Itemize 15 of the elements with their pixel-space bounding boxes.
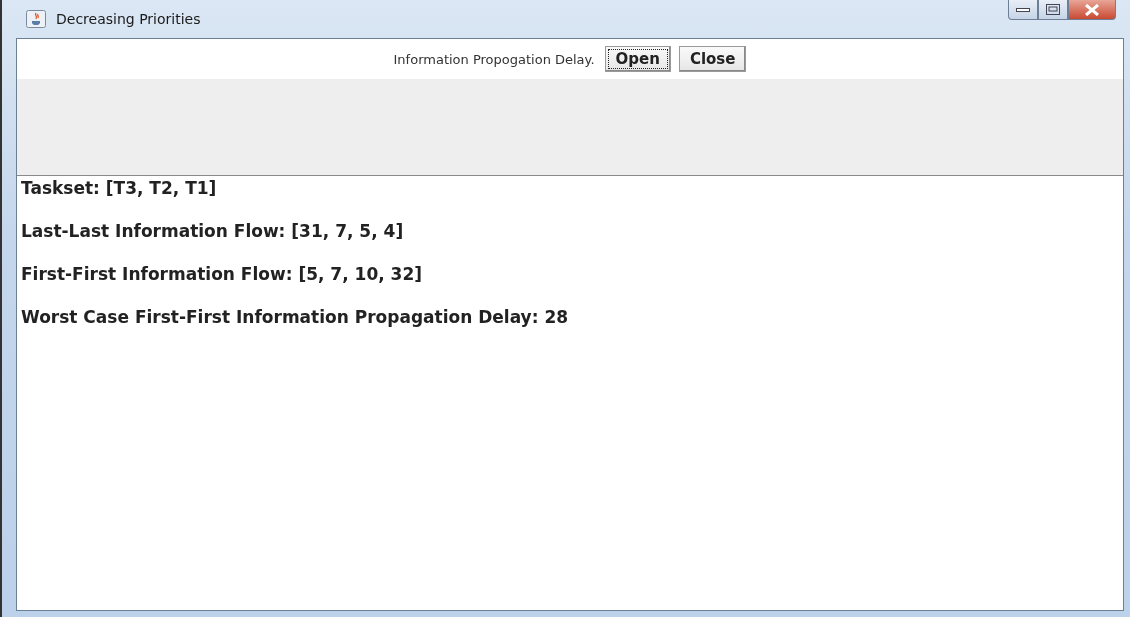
- open-button[interactable]: Open: [604, 46, 671, 72]
- minimize-button[interactable]: [1008, 0, 1038, 20]
- close-dialog-button[interactable]: Close: [678, 46, 747, 72]
- output-line: First-First Information Flow: [5, 7, 10, 32]: [21, 264, 424, 284]
- output-line: Last-Last Information Flow: [31, 7, 5, 4]: [21, 221, 405, 241]
- close-icon: [1084, 3, 1100, 16]
- close-button[interactable]: [1068, 0, 1116, 20]
- output-line: Worst Case First-First Information Propagation Delay: 28: [21, 307, 570, 327]
- java-cup-icon: [26, 10, 46, 28]
- maximize-button[interactable]: [1038, 0, 1068, 20]
- minimize-icon: [1016, 6, 1030, 13]
- window-title: Decreasing Priorities: [56, 11, 201, 27]
- output-line: Taskset: [T3, T2, T1]: [21, 178, 218, 198]
- toolbar-label: Information Propogation Delay.: [393, 51, 595, 67]
- maximize-icon: [1046, 4, 1060, 15]
